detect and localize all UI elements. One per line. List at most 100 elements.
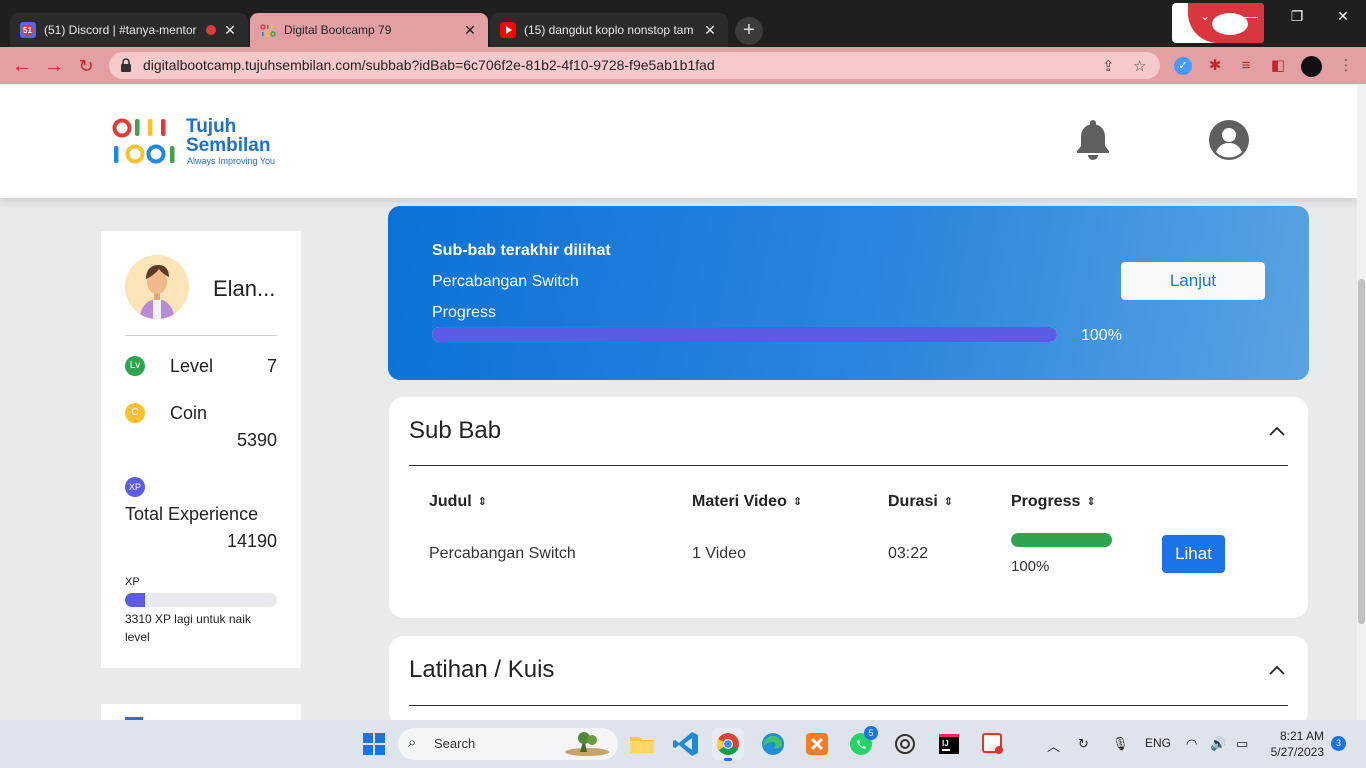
- subbab-card: Sub Bab Judul ⇕ Materi Video ⇕ Durasi ⇕ Pro…: [389, 397, 1308, 618]
- discord-badge: 51: [22, 26, 33, 35]
- forward-arrow-icon[interactable]: →: [40, 52, 68, 80]
- chatgpt-icon[interactable]: [889, 728, 921, 760]
- xp-progress-bar: [125, 593, 277, 607]
- language-indicator[interactable]: ENG: [1145, 736, 1171, 750]
- tab-search-chevron-icon[interactable]: ⌄: [1182, 0, 1228, 32]
- xp-progress-fill: [125, 593, 145, 607]
- sidebar-next-card: [101, 704, 301, 720]
- reload-icon[interactable]: ↻: [72, 52, 100, 80]
- snipping-tool-icon[interactable]: [977, 728, 1009, 760]
- back-arrow-icon[interactable]: ←: [8, 52, 36, 80]
- sort-icon: ⇕: [792, 496, 803, 508]
- browser-toolbar: ← → ↻ digitalbootcamp.tujuhsembilan.com/…: [0, 47, 1366, 84]
- profile-name: Elan...: [213, 276, 276, 301]
- recording-icon: [206, 25, 216, 35]
- minimize-button[interactable]: —: [1228, 0, 1274, 32]
- edge-icon[interactable]: [757, 728, 789, 760]
- url-text: digitalbootcamp.tujuhsembilan.com/subbab…: [143, 57, 715, 73]
- lock-icon: [120, 58, 132, 72]
- user-account-icon[interactable]: [1209, 120, 1249, 160]
- windows-start-icon[interactable]: [358, 728, 390, 760]
- windows-taskbar: ⌕ Search 5 IJ ︿ ↻ 🎙 ENG ◠ 🔊 ▭ 8:21 AM 5/…: [0, 720, 1366, 768]
- subbab-title: Sub Bab: [409, 417, 502, 444]
- profile-card: Elan... Lv Level 7 C Coin 5390 XP Total …: [101, 231, 301, 668]
- page-scrollbar[interactable]: [1357, 84, 1366, 720]
- xp-remaining-text: 3310 XP lagi untuk naik level: [125, 612, 251, 644]
- logo-text-line2: Sembilan: [186, 135, 271, 156]
- intellij-icon[interactable]: IJ: [933, 728, 965, 760]
- cell-judul: Percabangan Switch: [429, 545, 576, 562]
- volume-icon[interactable]: 🔊: [1210, 736, 1226, 752]
- coin-label: Coin: [170, 403, 208, 423]
- window-close-button[interactable]: ✕: [1320, 0, 1366, 32]
- notification-count-badge[interactable]: 3: [1331, 736, 1346, 751]
- column-header-durasi[interactable]: Durasi ⇕: [888, 493, 953, 511]
- new-tab-button[interactable]: +: [735, 17, 763, 45]
- whatsapp-badge: 5: [864, 726, 878, 740]
- lanjut-button[interactable]: Lanjut: [1121, 262, 1265, 300]
- sort-icon: ⇕: [477, 496, 487, 508]
- column-header-judul[interactable]: Judul ⇕: [429, 493, 487, 511]
- close-tab-icon[interactable]: ✕: [702, 22, 718, 39]
- row-progress-bar: [1011, 533, 1112, 547]
- chrome-icon[interactable]: [712, 728, 744, 761]
- extension-icon[interactable]: ✓: [1174, 57, 1192, 75]
- browser-tab-bar: 51 (51) Discord | #tanya-mentor ✕ Digita…: [0, 0, 1366, 47]
- level-value: 7: [266, 356, 277, 376]
- latihan-kuis-title: Latihan / Kuis: [409, 656, 555, 683]
- close-tab-icon[interactable]: ✕: [222, 22, 238, 39]
- column-header-progress[interactable]: Progress ⇕: [1011, 493, 1096, 511]
- xp-bar-label: XP: [125, 576, 140, 588]
- tab-youtube[interactable]: (15) dangdut koplo nonstop tam ✕: [490, 13, 728, 47]
- taskbar-search-box[interactable]: ⌕ Search: [398, 728, 618, 760]
- microphone-icon[interactable]: 🎙: [1112, 736, 1129, 752]
- restore-button[interactable]: ❐: [1274, 0, 1320, 32]
- taskbar-date[interactable]: 5/27/2023: [1262, 745, 1324, 759]
- tujuh-sembilan-logo[interactable]: Tujuh Sembilan Always Improving You: [112, 116, 282, 168]
- svg-text:IJ: IJ: [942, 739, 949, 748]
- vscode-icon[interactable]: [670, 728, 702, 760]
- tab-title: Digital Bootcamp 79: [284, 23, 392, 37]
- side-panel-icon[interactable]: ◧: [1269, 57, 1287, 75]
- column-header-label: Materi Video: [692, 493, 787, 510]
- last-viewed-progress-label: Progress: [432, 304, 497, 321]
- coin-badge-icon: C: [125, 403, 145, 423]
- latihan-kuis-card: Latihan / Kuis: [389, 636, 1308, 726]
- tab-discord[interactable]: 51 (51) Discord | #tanya-mentor ✕: [10, 13, 248, 47]
- last-viewed-progress-bar: [432, 327, 1057, 342]
- level-badge-icon: Lv: [125, 356, 145, 376]
- battery-icon[interactable]: ▭: [1236, 736, 1248, 752]
- collapse-chevron-up-icon[interactable]: [1269, 662, 1285, 678]
- whatsapp-icon[interactable]: 5: [845, 726, 878, 760]
- taskbar-time[interactable]: 8:21 AM: [1268, 729, 1324, 743]
- sync-icon[interactable]: ↻: [1078, 736, 1089, 752]
- notification-bell-icon[interactable]: [1075, 118, 1111, 160]
- media-playlist-icon[interactable]: ≡: [1237, 57, 1255, 75]
- tab-digital-bootcamp[interactable]: Digital Bootcamp 79 ✕: [250, 13, 488, 47]
- xampp-icon[interactable]: [801, 728, 833, 760]
- share-icon[interactable]: ⇪: [1102, 57, 1115, 75]
- scrollbar-thumb[interactable]: [1358, 279, 1365, 624]
- address-bar[interactable]: digitalbootcamp.tujuhsembilan.com/subbab…: [109, 52, 1160, 79]
- column-header-materi-video[interactable]: Materi Video ⇕: [692, 493, 802, 511]
- tab-title: (51) Discord | #tanya-mentor: [44, 23, 197, 37]
- collapse-chevron-up-icon[interactable]: [1269, 423, 1285, 439]
- latihan-kuis-divider: [409, 705, 1288, 706]
- avatar: [125, 255, 189, 319]
- tujuh-sembilan-favicon: [260, 22, 276, 38]
- wifi-icon[interactable]: ◠: [1186, 736, 1197, 752]
- level-label: Level: [170, 356, 214, 376]
- tray-overflow-chevron-icon[interactable]: ︿: [1047, 736, 1060, 755]
- puzzle-extensions-icon[interactable]: ✱: [1206, 57, 1224, 75]
- lihat-button[interactable]: Lihat: [1162, 535, 1225, 573]
- column-header-label: Judul: [429, 493, 472, 510]
- file-explorer-icon[interactable]: [626, 728, 658, 760]
- cell-materi-video: 1 Video: [692, 545, 746, 562]
- menu-dots-icon[interactable]: ⋮: [1337, 57, 1355, 75]
- coin-value: 5390: [236, 430, 277, 450]
- sort-icon: ⇕: [1086, 496, 1096, 508]
- close-tab-icon[interactable]: ✕: [462, 22, 478, 39]
- bookmark-star-icon[interactable]: ☆: [1133, 57, 1146, 75]
- profile-avatar[interactable]: [1301, 56, 1322, 77]
- row-progress-fill: [1011, 533, 1112, 547]
